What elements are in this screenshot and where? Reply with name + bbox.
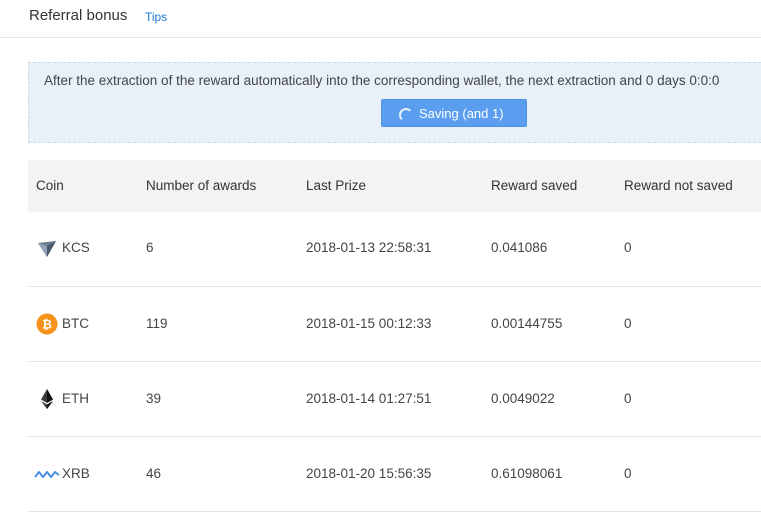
table-row: XRB 46 2018-01-20 15:56:35 0.61098061 0 [28,437,761,512]
last-prize-time: 2018-01-14 01:27:51 [306,391,432,406]
last-prize-time: 2018-01-20 15:56:35 [306,466,432,481]
reward-not-saved-value: 0 [624,466,632,481]
table-header: Coin Number of awards Last Prize Reward … [28,160,761,212]
reward-saved-value: 0.00144755 [491,316,563,331]
last-prize-time: 2018-01-13 22:58:31 [306,240,432,255]
btc-coin-icon: ₿ [36,313,58,335]
reward-saved-value: 0.041086 [491,240,548,255]
last-prize-time: 2018-01-15 00:12:33 [306,316,432,331]
kcs-coin-icon [38,241,56,257]
column-header-reward-saved: Reward saved [491,178,578,193]
xrb-coin-icon [34,471,60,478]
coin-name: KCS [62,240,90,255]
reward-saved-value: 0.61098061 [491,466,563,481]
column-header-coin: Coin [36,178,64,193]
reward-not-saved-value: 0 [624,391,632,406]
coin-name: XRB [62,466,90,481]
loading-spinner-icon [399,108,413,122]
svg-text:₿: ₿ [42,318,52,332]
table-row: ETH 39 2018-01-14 01:27:51 0.0049022 0 [28,362,761,437]
tips-link[interactable]: Tips [145,10,167,24]
eth-coin-icon [41,389,53,409]
column-header-last-prize: Last Prize [306,178,367,193]
coin-name: ETH [62,391,89,406]
saving-button-label: Saving (and 1) [419,106,504,121]
page-header: Referral bonus Tips [0,0,761,38]
notice-text: After the extraction of the reward autom… [44,73,720,88]
extraction-notice: After the extraction of the reward autom… [28,62,761,143]
coin-name: BTC [62,316,89,331]
awards-count: 119 [146,316,168,331]
awards-count: 6 [146,240,154,255]
saving-button[interactable]: Saving (and 1) [381,99,527,127]
reward-not-saved-value: 0 [624,240,632,255]
table-row: ₿ BTC 119 2018-01-15 00:12:33 0.00144755… [28,287,761,362]
page-title: Referral bonus [29,7,128,24]
awards-count: 46 [146,466,162,481]
column-header-awards: Number of awards [146,178,257,193]
reward-saved-value: 0.0049022 [491,391,555,406]
column-header-reward-not-saved: Reward not saved [624,178,733,193]
awards-count: 39 [146,391,162,406]
table-row: KCS 6 2018-01-13 22:58:31 0.041086 0 [28,212,761,287]
referral-table: Coin Number of awards Last Prize Reward … [28,160,761,512]
reward-not-saved-value: 0 [624,316,632,331]
